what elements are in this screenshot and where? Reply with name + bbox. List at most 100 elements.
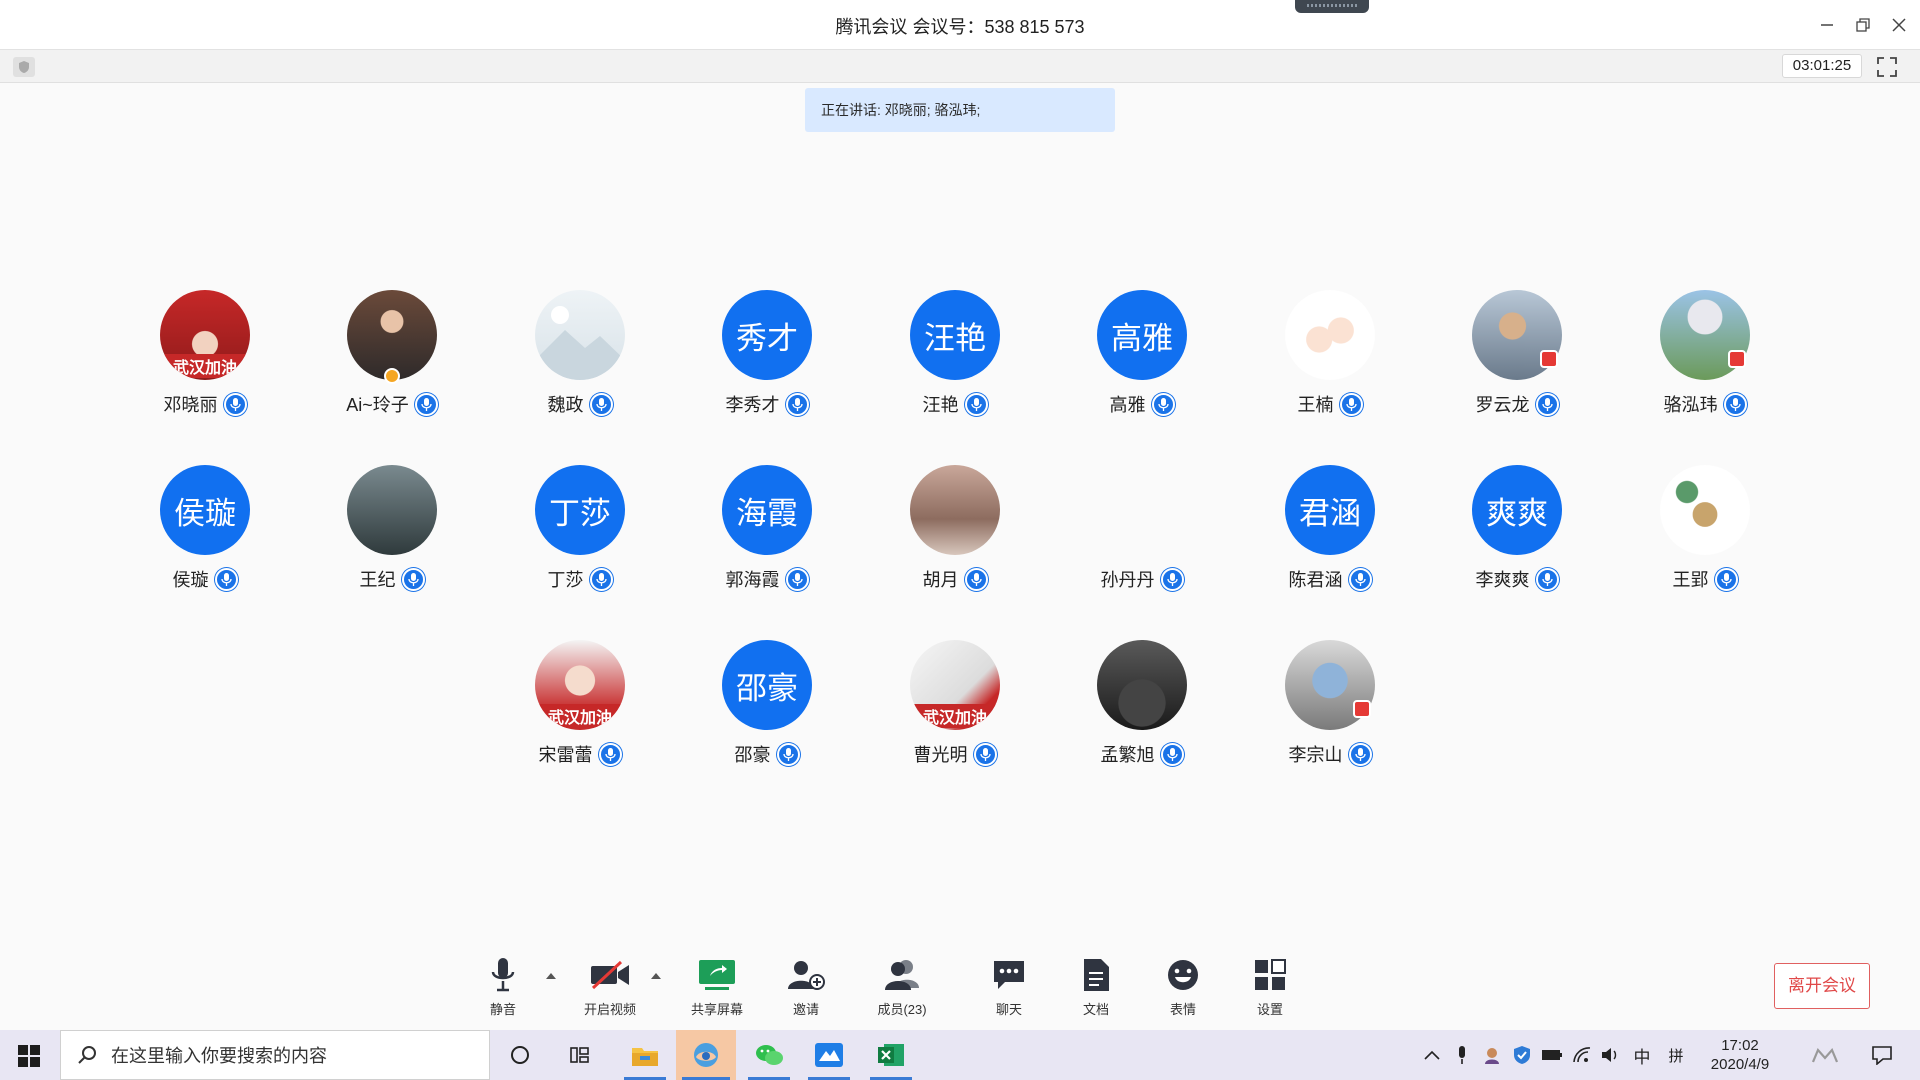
participant-avatar: 侯璇 [160,465,250,555]
tray-app-icon-2[interactable] [1810,1030,1840,1080]
participant-tile[interactable]: 王楠 [1250,290,1410,430]
microphone-status-icon [964,392,988,416]
microphone-status-icon [214,567,238,591]
restore-button[interactable] [1850,12,1876,38]
participant-avatar [1660,465,1750,555]
settings-button[interactable]: 设置 [1230,955,1310,1018]
participant-tile[interactable]: 邵豪 邵豪 [687,640,847,780]
microphone-status-icon [1348,567,1372,591]
participant-tile[interactable]: 侯璇 侯璇 [125,465,285,605]
participant-tile[interactable]: 孟繁旭 [1062,640,1222,780]
close-button[interactable] [1886,12,1912,38]
participant-name: 宋雷蕾 [538,745,593,765]
participant-name-row: 丁莎 [500,566,660,592]
participant-avatar: 高雅 [1097,290,1187,380]
participant-avatar: 武汉加油 [535,640,625,730]
participant-tile[interactable]: 海霞 郭海霞 [687,465,847,605]
participant-name-row: 陈君涵 [1250,566,1410,592]
participant-tile[interactable]: 君涵 陈君涵 [1250,465,1410,605]
participant-avatar [347,465,437,555]
minimize-button[interactable] [1814,12,1840,38]
participant-name-row: 邓晓丽 [125,391,285,417]
members-button[interactable]: 成员(23) [862,955,942,1018]
ime-language-indicator[interactable]: 中 [1628,1030,1656,1080]
participant-name: 李宗山 [1288,745,1343,765]
volume-icon[interactable] [1598,1030,1622,1080]
microphone-status-icon [589,392,613,416]
participant-tile[interactable]: 王纪 [312,465,472,605]
file-explorer-icon[interactable] [618,1030,672,1080]
microphone-status-icon [223,392,247,416]
participant-tile[interactable]: 武汉加油 曹光明 [875,640,1035,780]
participant-name-row: 曹光明 [875,741,1035,767]
participant-avatar [347,290,437,380]
video-options-caret[interactable] [651,973,661,979]
participant-tile[interactable]: 汪艳 汪艳 [875,290,1035,430]
participant-name-row: 汪艳 [875,391,1035,417]
participant-tile[interactable]: 秀才 李秀才 [687,290,847,430]
video-button[interactable]: 开启视频 [570,955,650,1018]
participant-tile[interactable]: 武汉加油 邓晓丽 [125,290,285,430]
participant-tile[interactable]: Ai~玲子 [312,290,472,430]
participant-name-row: 郭海霞 [687,566,847,592]
taskbar-clock[interactable]: 17:02 2020/4/9 [1700,1036,1780,1074]
tray-app-icon[interactable] [1480,1030,1504,1080]
participant-tile[interactable]: 高雅 高雅 [1062,290,1222,430]
participant-avatar: 海霞 [722,465,812,555]
tencent-meeting-taskbar-icon[interactable] [676,1030,736,1080]
participant-name-row: Ai~玲子 [312,391,472,417]
tray-security-icon[interactable] [1510,1030,1534,1080]
chat-icon [969,955,1049,995]
participant-tile[interactable]: 李宗山 [1250,640,1410,780]
tray-expand-icon[interactable] [1420,1030,1444,1080]
microphone-status-icon [1339,392,1363,416]
notification-center-icon[interactable] [1864,1030,1900,1080]
participant-tile[interactable]: 爽爽 李爽爽 [1437,465,1597,605]
wifi-icon[interactable] [1570,1030,1594,1080]
fullscreen-icon[interactable] [1876,56,1898,78]
participant-tile[interactable]: 胡月 [875,465,1035,605]
document-icon [1056,955,1136,995]
windows-start-icon[interactable] [18,1045,40,1067]
ime-mode-indicator[interactable]: 拼 [1662,1030,1690,1080]
participant-avatar [1285,290,1375,380]
participant-tile[interactable]: 孙丹丹 [1062,465,1222,605]
battery-icon[interactable] [1540,1030,1564,1080]
drag-handle[interactable] [1295,0,1369,13]
window-title: 腾讯会议 会议号：538 815 573 [835,17,1085,37]
grid-settings-icon [1230,955,1310,995]
excel-icon[interactable] [864,1030,918,1080]
cortana-icon[interactable] [500,1030,540,1080]
invite-button[interactable]: 邀请 [766,955,846,1018]
leave-meeting-button[interactable]: 离开会议 [1774,963,1870,1009]
speaking-indicator: 正在讲话: 邓晓丽; 骆泓玮; [805,88,1115,132]
microphone-status-icon [1535,567,1559,591]
participant-tile[interactable]: 罗云龙 [1437,290,1597,430]
emoji-button[interactable]: 表情 [1143,955,1223,1018]
mute-options-caret[interactable] [546,973,556,979]
participant-tile[interactable]: 骆泓玮 [1625,290,1785,430]
docs-button[interactable]: 文档 [1056,955,1136,1018]
participant-tile[interactable]: 魏政 [500,290,660,430]
share-screen-button[interactable]: 共享屏幕 [677,955,757,1018]
mute-button[interactable]: 静音 [463,955,543,1018]
task-view-icon[interactable] [560,1030,600,1080]
participant-name: 邵豪 [734,745,771,765]
participant-name: 骆泓玮 [1663,395,1718,415]
security-shield-icon[interactable] [13,57,35,77]
wechat-icon[interactable] [742,1030,796,1080]
participant-tile[interactable]: 武汉加油 宋雷蕾 [500,640,660,780]
participant-tile[interactable]: 王郢 [1625,465,1785,605]
microphone-status-icon [964,567,988,591]
chat-button[interactable]: 聊天 [969,955,1049,1018]
participant-name-row: 高雅 [1062,391,1222,417]
tray-microphone-icon[interactable] [1450,1030,1474,1080]
participant-tile[interactable]: 丁莎 丁莎 [500,465,660,605]
microphone-status-icon [598,742,622,766]
microphone-status-icon [401,567,425,591]
participant-name-row: 魏政 [500,391,660,417]
participant-name: 孟繁旭 [1100,745,1155,765]
meeting-app-icon[interactable] [802,1030,856,1080]
taskbar-search-box[interactable]: 在这里输入你要搜索的内容 [60,1030,490,1080]
windows-taskbar: 在这里输入你要搜索的内容 中 拼 17:02 2020/4/9 [0,1030,1920,1080]
